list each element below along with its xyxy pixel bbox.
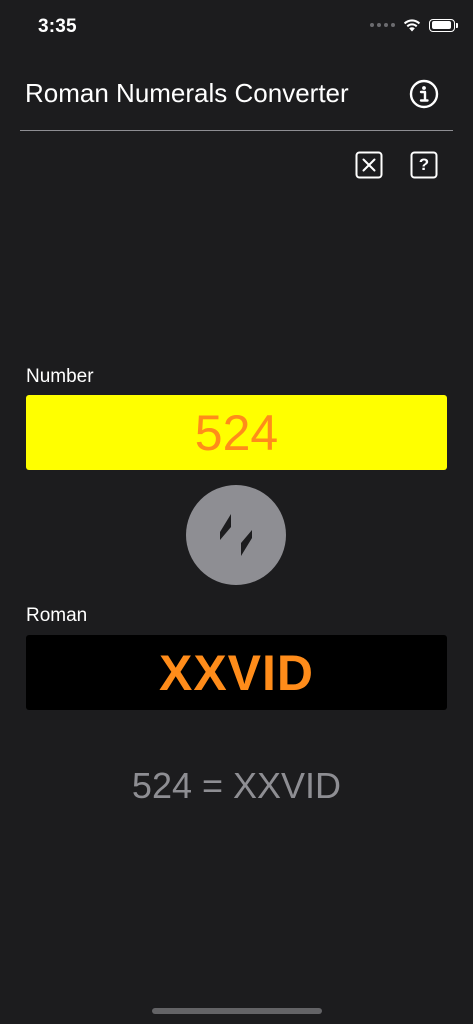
roman-input[interactable]: XXVID [26,635,447,710]
page-title: Roman Numerals Converter [25,78,349,108]
status-icons [370,18,458,32]
status-time: 3:35 [38,16,77,37]
info-button[interactable] [409,79,439,109]
roman-label: Roman [26,605,88,626]
wifi-icon [403,19,421,32]
swap-button[interactable] [186,485,286,585]
number-label: Number [26,366,94,387]
clear-button[interactable] [355,151,383,179]
nav-divider [20,130,453,131]
clear-x-square-icon [355,151,383,179]
conversion-result: 524 = XXVID [131,765,342,806]
battery-fill [431,21,452,29]
status-bar: 3:35 [0,0,473,56]
swap-arrows-icon [220,514,252,556]
battery-icon [429,18,458,32]
cellular-signal-icon [370,23,395,27]
info-circle-icon [409,79,439,109]
help-button[interactable]: ? [410,151,438,179]
home-indicator [152,1008,322,1014]
help-glyph: ? [418,155,430,174]
number-input[interactable]: 524 [26,395,447,470]
